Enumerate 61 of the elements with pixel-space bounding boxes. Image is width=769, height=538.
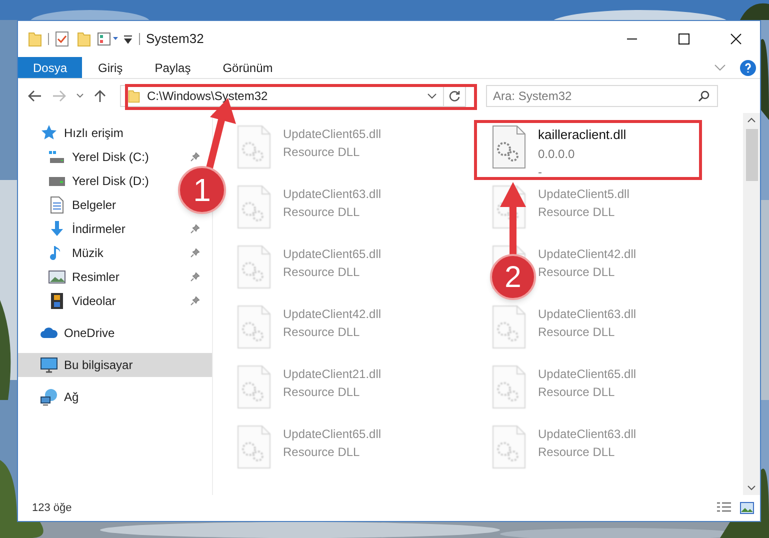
search-field[interactable]: Ara: System32	[486, 85, 718, 107]
dropdown-icon[interactable]	[427, 93, 437, 99]
window-title: System32	[146, 30, 204, 48]
recent-icon[interactable]	[76, 93, 84, 99]
close-icon[interactable]	[730, 33, 742, 45]
document-icon	[48, 196, 66, 214]
nav-item[interactable]: Belgeler	[72, 196, 116, 214]
help-icon[interactable]	[740, 60, 756, 76]
file-detail: -	[538, 164, 543, 180]
ribbon-tab[interactable]: Görünüm	[206, 57, 289, 78]
nav-item[interactable]: Resimler	[72, 268, 120, 286]
checklist-icon[interactable]	[55, 31, 69, 47]
file-detail: Resource DLL	[283, 204, 361, 221]
file-detail: Resource DLL	[283, 324, 361, 341]
file-name[interactable]: kailleraclient.dll	[538, 125, 626, 144]
scroll-down-icon[interactable]	[747, 485, 756, 491]
nav-item[interactable]: Videolar	[72, 292, 116, 310]
expand-ribbon-icon[interactable]	[714, 64, 726, 72]
scroll-thumb[interactable]	[746, 129, 758, 181]
file-detail: Resource DLL	[538, 204, 616, 221]
address-path: C:\Windows\System32	[147, 88, 268, 105]
nav-item[interactable]: İndirmeler	[72, 220, 126, 238]
file-detail: Resource DLL	[538, 384, 616, 401]
details-view-icon[interactable]	[716, 502, 732, 514]
file-menu-tab[interactable]: Dosya	[18, 57, 82, 78]
monitor-icon	[40, 356, 58, 374]
film-icon	[48, 292, 66, 310]
ribbon-tab[interactable]: Giriş	[82, 57, 139, 78]
folder-icon	[127, 89, 141, 103]
nav-item[interactable]: OneDrive	[64, 324, 115, 342]
ribbon-tab[interactable]: Paylaş	[138, 57, 207, 78]
network-icon	[40, 388, 58, 406]
nav-item[interactable]: Yerel Disk (D:)	[72, 172, 149, 190]
nav-item[interactable]: Müzik	[72, 244, 104, 262]
properties-icon[interactable]	[97, 32, 119, 46]
dropdown-icon[interactable]	[123, 33, 133, 45]
scroll-up-icon[interactable]	[747, 117, 756, 123]
picture-icon	[48, 268, 66, 286]
file-detail: Resource DLL	[538, 324, 616, 341]
nav-item[interactable]: Bu bilgisayar	[18, 353, 212, 377]
file-detail: Resource DLL	[283, 444, 361, 461]
nav-item[interactable]: Ağ	[64, 388, 79, 406]
item-count: 123 öğe	[32, 500, 72, 516]
search-icon	[698, 90, 710, 102]
star-icon	[40, 124, 58, 142]
down-arrow-icon	[48, 220, 66, 238]
scrollbar[interactable]	[743, 113, 760, 495]
file-detail: Resource DLL	[283, 264, 361, 281]
file-detail: Resource DLL	[283, 144, 361, 161]
up-icon[interactable]	[94, 89, 106, 103]
drive-icon	[48, 148, 66, 166]
refresh-icon[interactable]	[448, 90, 461, 102]
file-detail: 0.0.0.0	[538, 146, 576, 162]
file-detail: Resource DLL	[538, 444, 616, 461]
maximize-icon[interactable]	[678, 33, 690, 45]
file-detail: Resource DLL	[538, 264, 616, 281]
nav-item[interactable]: Hızlı erişim	[64, 124, 124, 142]
file-detail: Resource DLL	[283, 384, 361, 401]
back-icon[interactable]	[28, 90, 42, 102]
large-icons-view-icon[interactable]	[740, 502, 754, 514]
nav-item[interactable]: Yerel Disk (C:)	[72, 148, 149, 166]
